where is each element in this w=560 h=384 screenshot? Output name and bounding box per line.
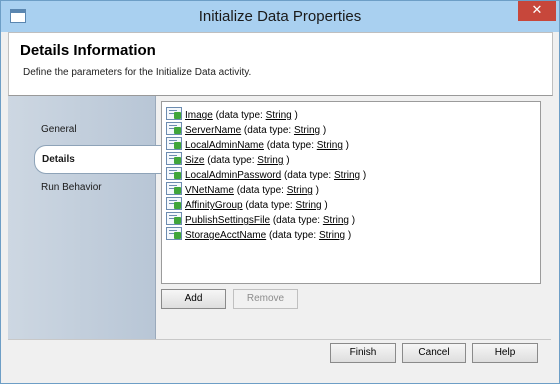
parameter-type[interactable]: String — [257, 155, 283, 166]
data-type-suffix: ) — [345, 140, 350, 151]
data-type-suffix: ) — [294, 110, 298, 121]
parameter-name[interactable]: ServerName — [185, 125, 241, 136]
close-button[interactable]: ✕ — [518, 1, 556, 21]
title-bar[interactable]: Initialize Data Properties ✕ — [1, 1, 559, 32]
parameter-name[interactable]: Size — [185, 155, 204, 166]
data-type-prefix: (data type: — [272, 215, 321, 226]
finish-button[interactable]: Finish — [330, 343, 396, 363]
data-type-suffix: ) — [362, 170, 367, 181]
parameter-item[interactable]: LocalAdminPassword (data type: String ) — [166, 167, 366, 182]
parameter-item[interactable]: VNetName (data type: String ) — [166, 182, 319, 197]
parameter-type[interactable]: String — [319, 230, 345, 241]
data-type-suffix: ) — [286, 155, 290, 166]
nav-panel: General Details Run Behavior — [8, 96, 162, 339]
parameter-icon — [166, 107, 182, 120]
data-type-suffix: ) — [347, 230, 352, 241]
parameter-type[interactable]: String — [317, 140, 343, 151]
add-button[interactable]: Add — [161, 289, 226, 309]
parameter-item[interactable]: LocalAdminName (data type: String ) — [166, 137, 349, 152]
parameter-icon — [166, 122, 182, 135]
nav-item-run-behavior[interactable]: Run Behavior — [41, 182, 102, 193]
help-button[interactable]: Help — [472, 343, 538, 363]
parameter-icon — [166, 212, 182, 225]
parameter-icon — [166, 182, 182, 195]
parameter-icon — [166, 152, 182, 165]
parameter-item[interactable]: Image (data type: String ) — [166, 107, 298, 122]
data-type-prefix: (data type: — [266, 140, 314, 151]
remove-button[interactable]: Remove — [233, 289, 298, 309]
data-type-prefix: (data type: — [268, 230, 317, 241]
cancel-button[interactable]: Cancel — [402, 343, 466, 363]
parameter-name[interactable]: Image — [185, 110, 213, 121]
parameter-name[interactable]: PublishSettingsFile — [185, 215, 270, 226]
parameter-name[interactable]: LocalAdminPassword — [185, 170, 281, 181]
parameter-item[interactable]: PublishSettingsFile (data type: String ) — [166, 212, 355, 227]
window-title: Initialize Data Properties — [198, 8, 362, 25]
parameter-type[interactable]: String — [334, 170, 360, 181]
data-type-prefix: (data type: — [245, 200, 293, 211]
parameter-type[interactable]: String — [323, 215, 349, 226]
data-type-suffix: ) — [322, 125, 327, 136]
data-type-prefix: (data type: — [236, 185, 284, 196]
parameter-item[interactable]: AffinityGroup (data type: String ) — [166, 197, 328, 212]
header-panel: Details Information Define the parameter… — [8, 32, 553, 96]
parameter-type[interactable]: String — [294, 125, 320, 136]
data-type-prefix: (data type: — [283, 170, 332, 181]
page-title: Details Information — [20, 42, 156, 59]
data-type-suffix: ) — [351, 215, 356, 226]
data-type-suffix: ) — [315, 185, 319, 196]
parameter-icon — [166, 167, 182, 180]
parameter-type[interactable]: String — [287, 185, 313, 196]
data-type-prefix: (data type: — [207, 155, 255, 166]
parameter-name[interactable]: LocalAdminName — [185, 140, 264, 151]
parameter-list[interactable]: Image (data type: String ) ServerName (d… — [161, 101, 541, 284]
page-description: Define the parameters for the Initialize… — [23, 67, 252, 78]
parameter-icon — [166, 197, 182, 210]
parameter-type[interactable]: String — [295, 200, 321, 211]
data-type-suffix: ) — [324, 200, 328, 211]
parameter-item[interactable]: ServerName (data type: String ) — [166, 122, 326, 137]
data-type-prefix: (data type: — [215, 110, 263, 121]
dialog-window: Initialize Data Properties ✕ Details Inf… — [0, 0, 560, 384]
parameter-name[interactable]: VNetName — [185, 185, 234, 196]
parameter-icon — [166, 137, 182, 150]
data-type-prefix: (data type: — [243, 125, 292, 136]
footer-bar — [8, 339, 551, 379]
parameter-item[interactable]: StorageAcctName (data type: String ) — [166, 227, 351, 242]
parameter-item[interactable]: Size (data type: String ) — [166, 152, 290, 167]
nav-item-general[interactable]: General — [41, 124, 77, 135]
nav-item-details[interactable]: Details — [34, 145, 162, 174]
parameter-icon — [166, 227, 182, 240]
parameter-name[interactable]: StorageAcctName — [185, 230, 266, 241]
parameter-type[interactable]: String — [266, 110, 292, 121]
parameter-name[interactable]: AffinityGroup — [185, 200, 243, 211]
